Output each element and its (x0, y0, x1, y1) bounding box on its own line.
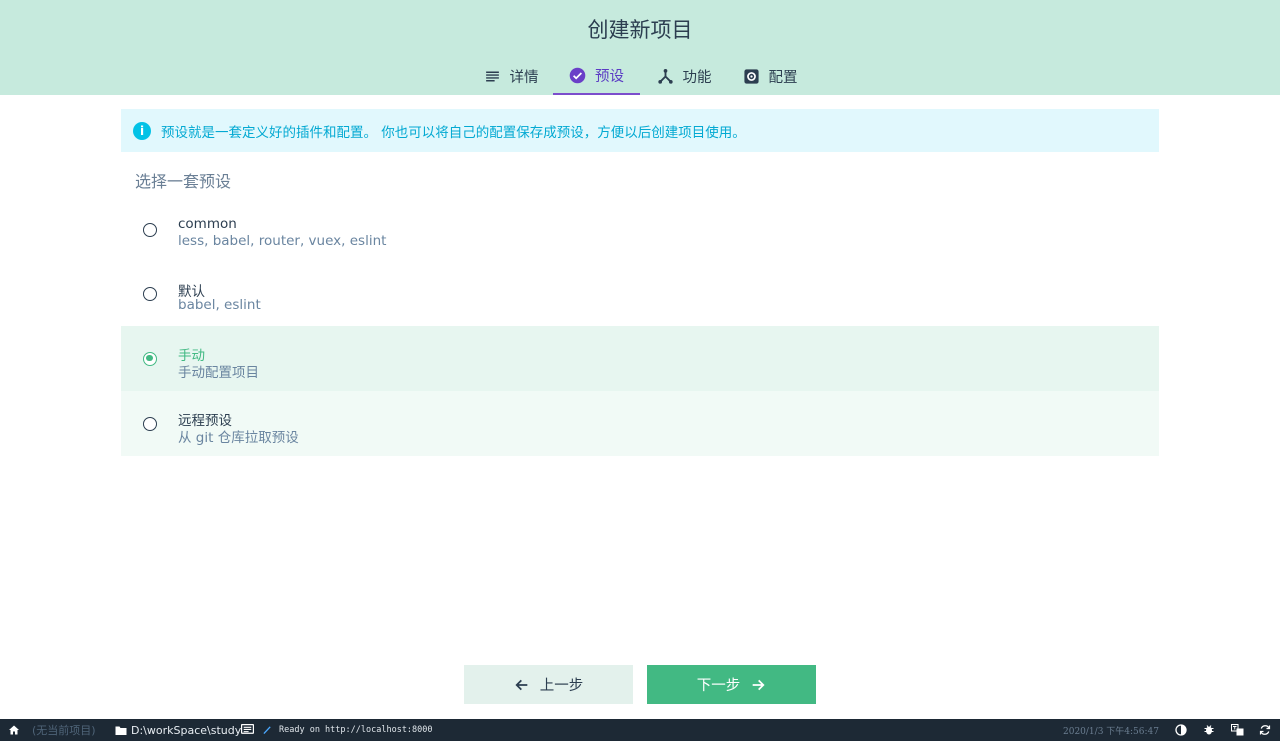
radio-button-selected[interactable] (143, 351, 157, 366)
info-text: 预设就是一套定义好的插件和配置。 你也可以将自己的配置保存成预设，方便以后创建项… (161, 124, 746, 141)
current-path[interactable]: D:\workSpace\study (131, 719, 241, 741)
preset-option-default[interactable]: 默认 babel, eslint (121, 262, 1159, 326)
preset-option-manual[interactable]: 手动 手动配置项目 (121, 326, 1159, 391)
page-title: 创建新项目 (587, 18, 693, 42)
log-icon[interactable] (241, 719, 255, 741)
check-circle-icon (569, 67, 586, 84)
radio-button[interactable] (143, 416, 157, 431)
refresh-icon[interactable] (1258, 719, 1272, 741)
fork-icon (657, 68, 673, 84)
timestamp: 2020/1/3 下午4:56:47 (1063, 726, 1159, 737)
preset-option-remote[interactable]: 远程预设 从 git 仓库拉取预设 (121, 391, 1159, 456)
preset-name: common (178, 216, 237, 232)
tab-features-label: 功能 (682, 70, 712, 86)
radio-button[interactable] (143, 287, 157, 301)
tab-presets[interactable]: 预设 (553, 58, 640, 95)
pencil-icon (263, 719, 274, 741)
tab-presets-label: 预设 (595, 69, 624, 85)
radio-button[interactable] (143, 223, 157, 237)
tab-config[interactable]: 配置 (730, 58, 810, 95)
preset-description: 手动配置项目 (178, 365, 259, 381)
theme-toggle-icon[interactable] (1174, 719, 1188, 741)
preset-option-common[interactable]: common less, babel, router, vuex, eslint (121, 198, 1159, 262)
arrow-left-icon (515, 679, 528, 690)
tab-bar: 详情 预设 功能 配置 (0, 58, 1280, 95)
header: 创建新项目 详情 预设 功能 配置 (0, 0, 1280, 95)
last-log[interactable]: Ready on http://localhost:8000 (279, 719, 433, 741)
tab-config-label: 配置 (768, 70, 798, 86)
arrow-right-icon (752, 679, 765, 690)
tab-details-label: 详情 (509, 70, 539, 86)
prev-button[interactable]: 上一步 (464, 665, 633, 704)
tab-features[interactable]: 功能 (644, 58, 724, 95)
preset-list: common less, babel, router, vuex, eslint… (121, 198, 1159, 456)
settings-icon (743, 69, 759, 84)
tab-details[interactable]: 详情 (472, 58, 550, 95)
status-bar: (无当前项目) D:\workSpace\study Ready on http… (0, 719, 1280, 741)
home-icon[interactable] (8, 719, 22, 741)
next-button[interactable]: 下一步 (647, 665, 816, 704)
bug-icon[interactable] (1202, 719, 1216, 741)
preset-description: 从 git 仓库拉取预设 (178, 430, 299, 446)
list-icon (485, 71, 499, 82)
info-banner: i 预设就是一套定义好的插件和配置。 你也可以将自己的配置保存成预设，方便以后创… (121, 109, 1159, 152)
folder-icon[interactable] (115, 719, 128, 741)
translate-icon[interactable] (1230, 719, 1244, 741)
preset-description: babel, eslint (178, 297, 261, 313)
preset-description: less, babel, router, vuex, eslint (178, 233, 387, 249)
current-project[interactable]: (无当前项目) (32, 719, 96, 741)
prev-button-label: 上一步 (539, 678, 584, 694)
next-button-label: 下一步 (696, 678, 741, 694)
info-icon: i (133, 121, 151, 140)
presets-title: 选择一套预设 (135, 172, 232, 191)
